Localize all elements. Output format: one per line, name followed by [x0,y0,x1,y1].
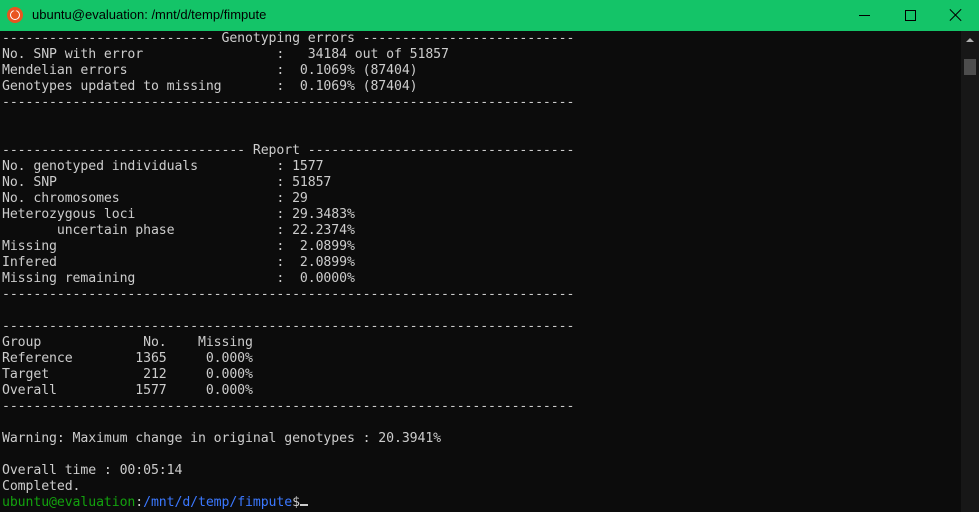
terminal-line: ----------------------------------------… [2,399,575,414]
terminal-line: Overall 1577 0.000% [2,383,253,398]
terminal-line: Infered : 2.0899% [2,255,355,270]
terminal-line: Mendelian errors : 0.1069% (87404) [2,63,418,78]
text-cursor [299,504,308,506]
prompt-line[interactable]: ubuntu@evaluation:/mnt/d/temp/fimpute$ [2,495,960,511]
terminal-line: uncertain phase : 22.2374% [2,223,355,238]
close-icon [949,8,963,22]
prompt-user-host: ubuntu@evaluation [2,495,136,510]
vertical-scrollbar[interactable] [961,31,979,512]
minimize-icon [859,15,870,16]
scroll-thumb[interactable] [964,59,976,75]
terminal-line: Genotypes updated to missing : 0.1069% (… [2,79,418,94]
terminal-line: Reference 1365 0.000% [2,351,253,366]
maximize-button[interactable] [887,0,933,31]
terminal-line: ----------------------------------------… [2,319,575,334]
terminal-window: ubuntu@evaluation: /mnt/d/temp/fimpute -… [0,0,979,512]
terminal-line: No. SNP with error : 34184 out of 51857 [2,47,449,62]
prompt-symbol: $ [292,495,300,510]
prompt-separator: : [135,495,144,510]
terminal-line: Missing remaining : 0.0000% [2,271,355,286]
terminal-line: No. SNP : 51857 [2,175,332,190]
terminal-line: Heterozygous loci : 29.3483% [2,207,355,222]
prompt-path: /mnt/d/temp/fimpute [143,495,293,510]
terminal-line: Completed. [2,479,81,494]
terminal-output[interactable]: --------------------------- Genotyping e… [2,31,960,512]
terminal-lines: --------------------------- Genotyping e… [2,31,960,495]
terminal-line: ------------------------------- Report -… [2,143,575,158]
terminal-line: Overall time : 00:05:14 [2,463,183,478]
close-button[interactable] [933,0,979,31]
maximize-icon [905,10,916,21]
terminal-line: Target 212 0.000% [2,367,253,382]
terminal-line: Warning: Maximum change in original geno… [2,431,442,446]
ubuntu-icon[interactable] [7,7,23,23]
terminal-line: No. chromosomes : 29 [2,191,308,206]
terminal-line: ----------------------------------------… [2,95,575,110]
terminal-line: --------------------------- Genotyping e… [2,31,575,46]
minimize-button[interactable] [841,0,887,31]
scroll-up-arrow-icon[interactable] [961,31,979,49]
terminal-line: ----------------------------------------… [2,287,575,302]
terminal-line: No. genotyped individuals : 1577 [2,159,324,174]
window-title: ubuntu@evaluation: /mnt/d/temp/fimpute [32,7,267,22]
terminal-line: Missing : 2.0899% [2,239,355,254]
terminal-line: Group No. Missing [2,335,253,350]
title-bar[interactable]: ubuntu@evaluation: /mnt/d/temp/fimpute [0,0,979,31]
